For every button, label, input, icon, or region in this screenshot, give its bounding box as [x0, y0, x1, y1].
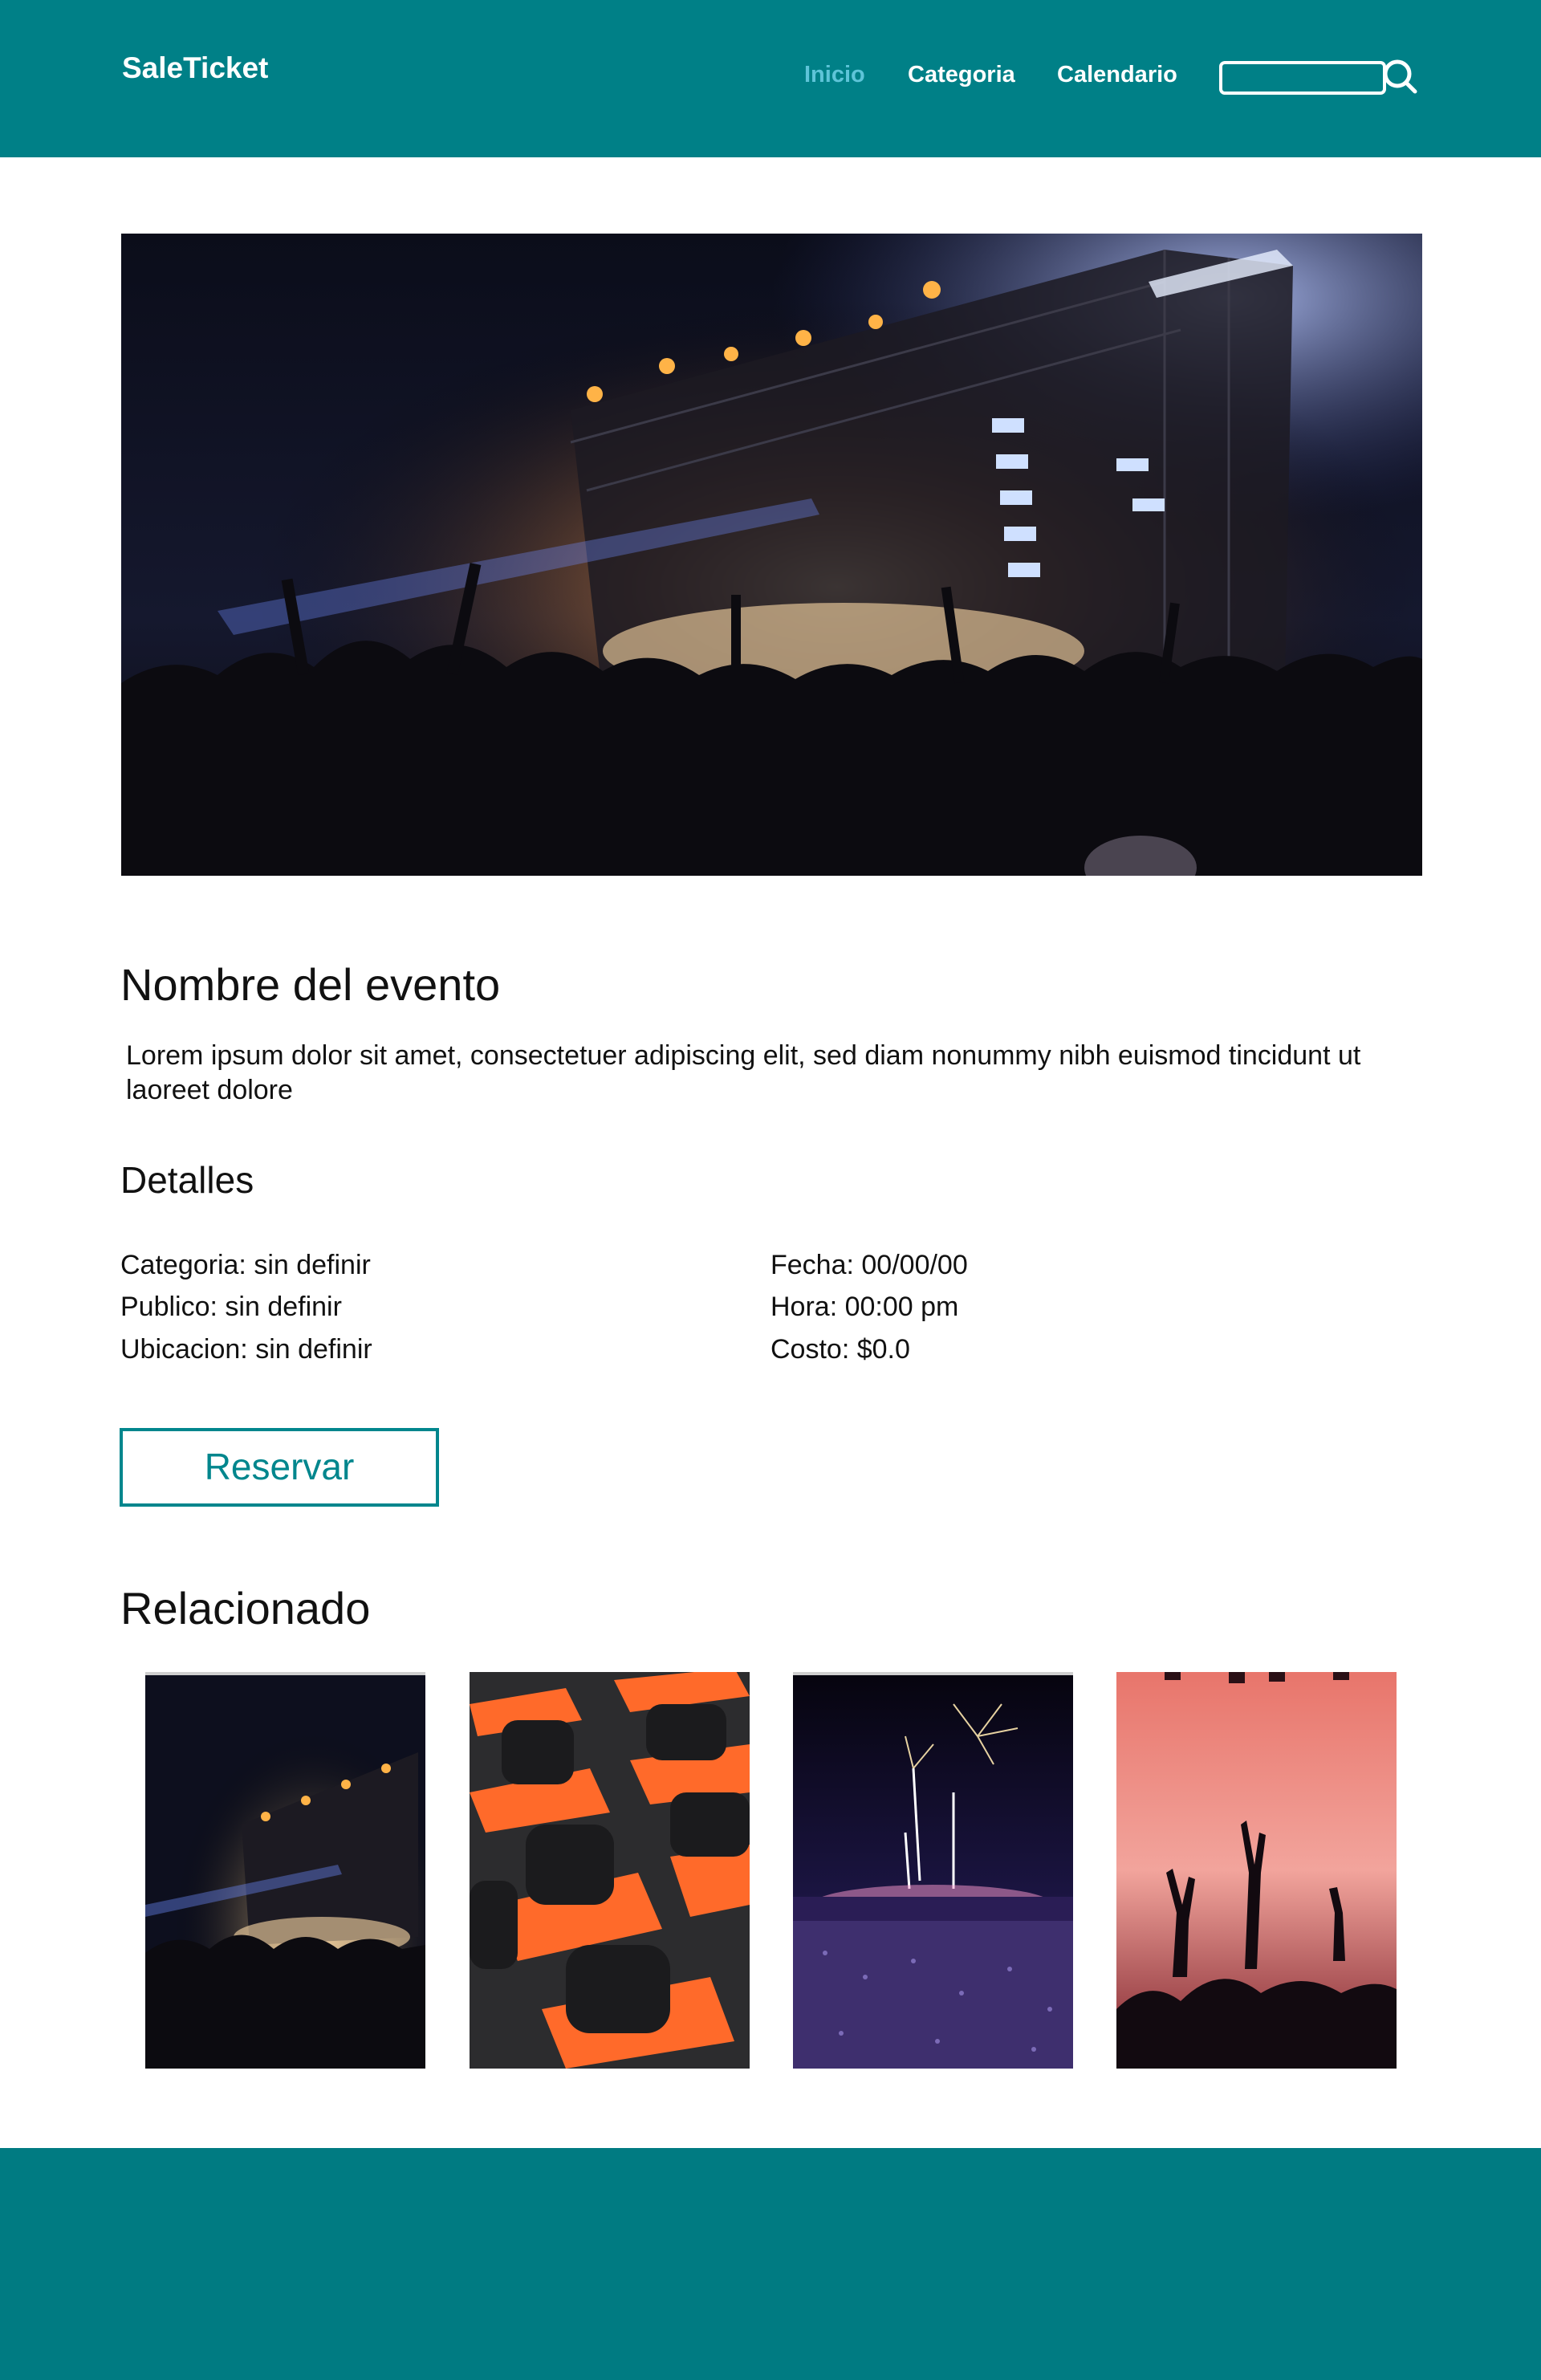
reserve-button[interactable]: Reservar — [120, 1428, 439, 1507]
footer — [0, 2148, 1541, 2380]
detail-hora: Hora: 00:00 pm — [770, 1292, 959, 1322]
related-item-concert[interactable] — [145, 1672, 425, 2069]
nav-categoria[interactable]: Categoria — [908, 62, 1015, 88]
nav-calendario[interactable]: Calendario — [1057, 62, 1177, 88]
brand-logo[interactable]: SaleTicket — [122, 51, 268, 85]
details-heading: Detalles — [120, 1159, 254, 1201]
detail-costo: Costo: $0.0 — [770, 1334, 910, 1365]
search-icon[interactable] — [1382, 58, 1419, 95]
detail-categoria: Categoria: sin definir — [120, 1250, 371, 1280]
detail-ubicacion: Ubicacion: sin definir — [120, 1334, 372, 1365]
related-item-crowd[interactable] — [1116, 1672, 1397, 2069]
related-heading: Relacionado — [120, 1583, 371, 1633]
event-hero-image — [121, 234, 1422, 876]
event-title: Nombre del evento — [120, 959, 501, 1010]
event-description: Lorem ipsum dolor sit amet, consectetuer… — [126, 1040, 1361, 1105]
nav-inicio[interactable]: Inicio — [804, 62, 865, 88]
header: SaleTicket Inicio Categoria Calendario — [0, 0, 1541, 157]
search-input[interactable] — [1219, 61, 1386, 95]
related-item-chairs[interactable] — [470, 1672, 750, 2069]
detail-publico: Publico: sin definir — [120, 1292, 342, 1322]
detail-fecha: Fecha: 00/00/00 — [770, 1250, 968, 1280]
related-item-fireworks[interactable] — [793, 1672, 1073, 2069]
